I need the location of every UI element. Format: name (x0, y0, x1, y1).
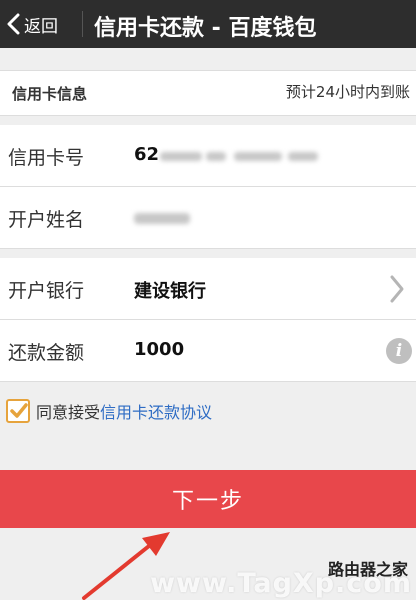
chevron-left-icon (7, 13, 20, 35)
card-number-masked-part (234, 152, 282, 161)
card-number-masked-part (206, 152, 226, 161)
agreement-row: 同意接受 信用卡还款协议 (6, 396, 212, 426)
bank-label: 开户银行 (8, 280, 85, 302)
holder-name-label: 开户姓名 (8, 209, 85, 231)
section-title: 信用卡信息 (12, 85, 88, 103)
card-number-row[interactable]: 信用卡号 62 (0, 125, 416, 187)
agreement-text: 同意接受 (36, 403, 101, 422)
amount-row[interactable]: 还款金额 1000 i (0, 320, 416, 382)
checkmark-icon (10, 403, 28, 418)
card-number-masked-part (288, 152, 318, 161)
arrival-note: 预计24小时内到账 (285, 83, 410, 101)
card-number-label: 信用卡号 (8, 147, 85, 169)
back-button[interactable]: 返回 (6, 6, 66, 42)
holder-name-row[interactable]: 开户姓名 (0, 187, 416, 249)
bank-row[interactable]: 开户银行 建设银行 (0, 258, 416, 320)
card-number-masked-part (160, 152, 202, 161)
page-title: 信用卡还款 - 百度钱包 (94, 16, 317, 38)
info-icon[interactable]: i (386, 338, 412, 364)
watermark-url: www.TagXp.com (150, 568, 412, 599)
next-step-button[interactable]: 下一步 (0, 470, 416, 528)
back-label: 返回 (24, 16, 58, 37)
card-number-prefix: 62 (134, 144, 160, 165)
bank-value: 建设银行 (134, 281, 206, 302)
agreement-checkbox[interactable] (6, 399, 30, 423)
chevron-right-icon (390, 275, 404, 303)
amount-value[interactable]: 1000 (134, 339, 184, 360)
header-divider (82, 11, 83, 37)
amount-label: 还款金额 (8, 342, 85, 364)
agreement-link[interactable]: 信用卡还款协议 (100, 399, 212, 423)
card-info-section-header: 信用卡信息 预计24小时内到账 (0, 70, 416, 116)
holder-name-masked (134, 213, 190, 224)
top-bar: 返回 信用卡还款 - 百度钱包 (0, 0, 416, 48)
